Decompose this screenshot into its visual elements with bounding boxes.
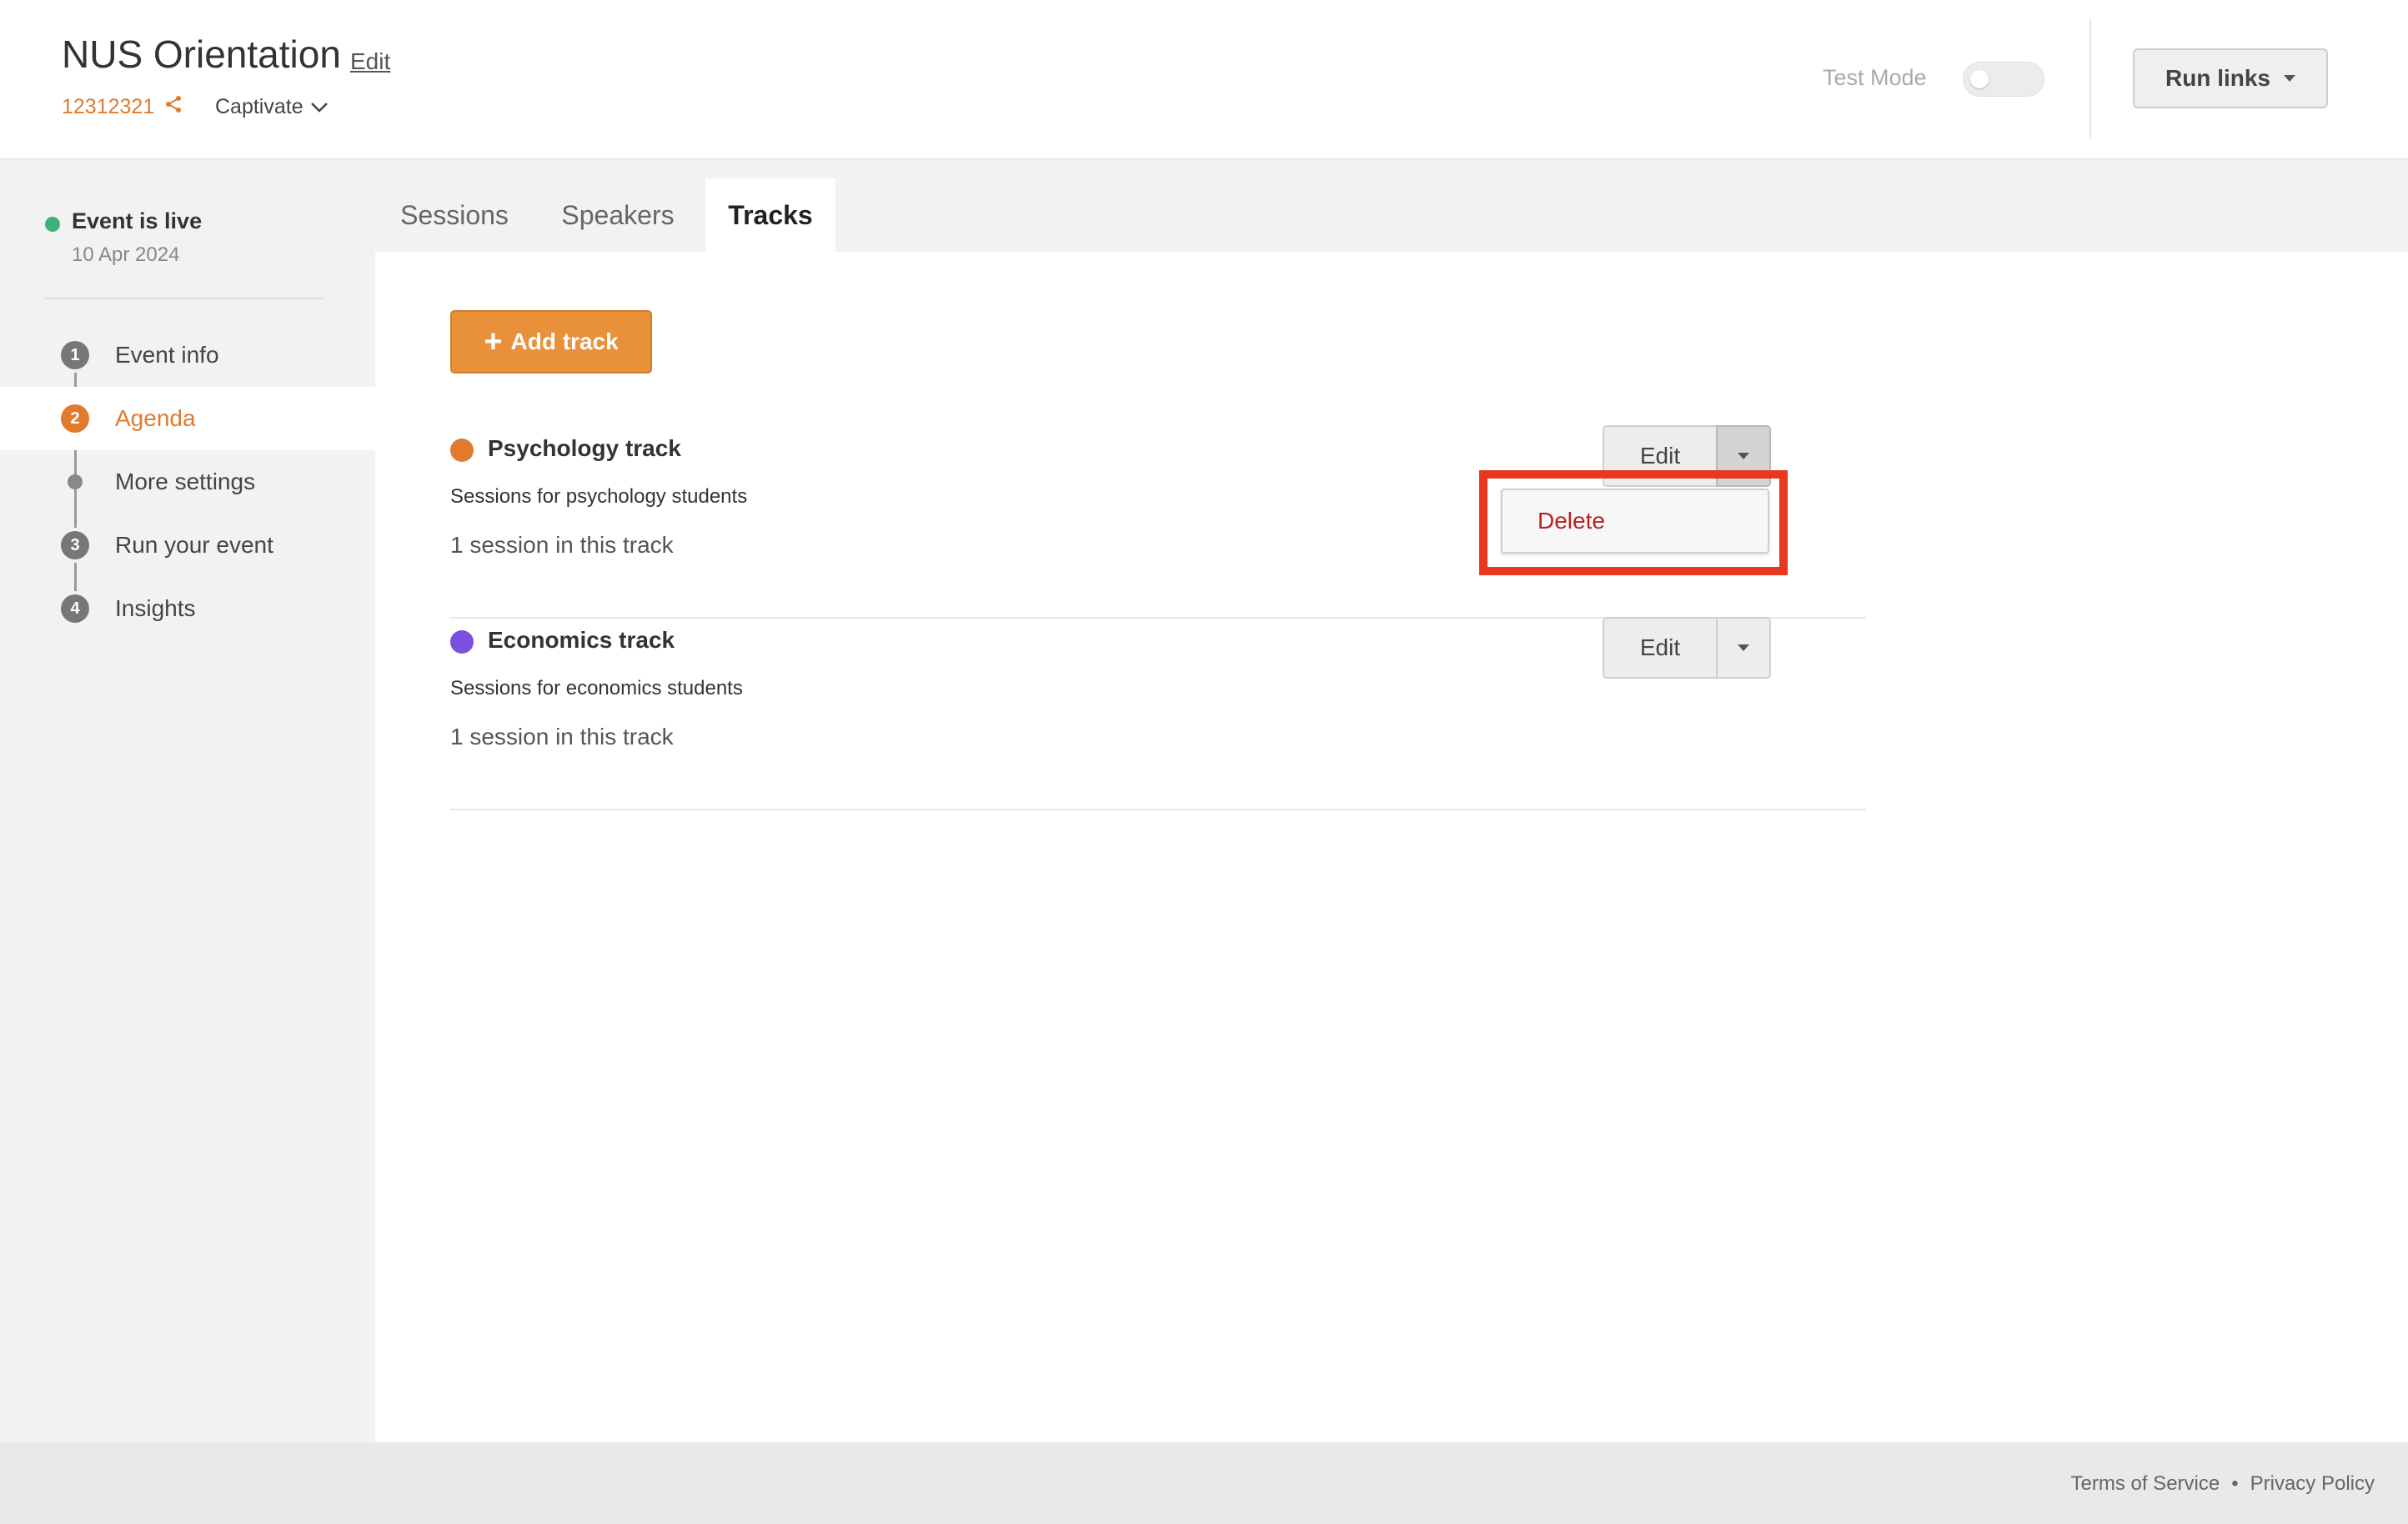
caret-down-icon [2284, 75, 2295, 82]
track-name: Psychology track [488, 435, 681, 461]
page-footer: Terms of Service • Privacy Policy [0, 1442, 2408, 1524]
step-badge: 4 [61, 594, 89, 623]
caret-down-icon [1738, 644, 1749, 651]
chevron-down-icon [310, 95, 329, 119]
track-actions: Edit [1603, 617, 1771, 679]
sub-step-dot [68, 474, 83, 489]
sidebar-item-insights[interactable]: 4 Insights [0, 577, 375, 640]
footer-links: Terms of Service • Privacy Policy [2071, 1472, 2375, 1496]
plus-icon: + [484, 324, 503, 359]
event-code[interactable]: 12312321 [62, 95, 183, 119]
event-title: NUS Orientation [62, 33, 341, 76]
track-session-count: 1 session in this track [450, 724, 674, 749]
track-color-dot [450, 630, 474, 654]
track-description: Sessions for economics students [450, 677, 743, 699]
sidebar-item-label: Run your event [115, 532, 273, 558]
sidebar-item-label: More settings [115, 469, 256, 494]
sidebar-item-label: Event info [115, 342, 219, 368]
sidebar: Event is live 10 Apr 2024 1 Event info 2… [0, 160, 375, 1442]
toggle-knob [1970, 70, 1989, 88]
sidebar-item-label: Agenda [115, 405, 196, 431]
edit-event-title-link[interactable]: Edit [350, 48, 390, 75]
sidebar-item-run-your-event[interactable]: 3 Run your event [0, 514, 375, 577]
delete-track-menu-item[interactable]: Delete [1502, 508, 1605, 534]
sidebar-item-more-settings[interactable]: More settings [0, 450, 375, 514]
tab-tracks[interactable]: Tracks [705, 178, 835, 252]
add-track-label: Add track [510, 328, 619, 354]
header-divider [2089, 18, 2091, 138]
organization-switcher[interactable]: Captivate [215, 95, 329, 119]
sidebar-divider [45, 298, 324, 299]
organization-name: Captivate [215, 95, 304, 118]
sidebar-item-event-info[interactable]: 1 Event info [0, 323, 375, 387]
edit-track-button[interactable]: Edit [1603, 617, 1716, 679]
terms-of-service-link[interactable]: Terms of Service [2071, 1472, 2220, 1496]
tab-speakers[interactable]: Speakers [545, 178, 690, 252]
caret-down-icon [1738, 453, 1749, 459]
event-status: Event is live [72, 208, 203, 233]
tracks-panel: + Add track Psychology track Sessions fo… [375, 252, 2408, 1442]
footer-separator: • [2231, 1472, 2239, 1495]
track-name: Economics track [488, 627, 675, 653]
run-links-label: Run links [2165, 65, 2270, 91]
sidebar-item-label: Insights [115, 595, 196, 621]
live-status-dot [45, 217, 60, 232]
track-description: Sessions for psychology students [450, 485, 748, 508]
share-icon[interactable] [164, 95, 183, 119]
track-actions-dropdown-toggle[interactable] [1716, 425, 1771, 487]
privacy-policy-link[interactable]: Privacy Policy [2250, 1472, 2375, 1496]
track-actions-dropdown-toggle[interactable] [1716, 617, 1771, 679]
track-actions-dropdown-menu: Delete [1501, 489, 1769, 554]
track-session-count: 1 session in this track [450, 532, 674, 558]
page-header: NUS Orientation Edit 12312321 Captivate … [0, 0, 2408, 160]
track-color-dot [450, 439, 474, 462]
step-badge: 3 [61, 531, 89, 559]
event-code-text: 12312321 [62, 95, 155, 118]
sidebar-item-agenda[interactable]: 2 Agenda [0, 387, 375, 450]
run-links-button[interactable]: Run links [2133, 48, 2328, 108]
add-track-button[interactable]: + Add track [450, 310, 652, 373]
event-date: 10 Apr 2024 [72, 243, 180, 266]
step-badge: 2 [61, 404, 89, 433]
tab-sessions[interactable]: Sessions [385, 178, 524, 252]
test-mode-toggle[interactable] [1963, 62, 2044, 97]
test-mode-label: Test Mode [1823, 65, 1927, 90]
track-row-economics: Economics track Sessions for economics s… [450, 617, 1866, 810]
step-badge: 1 [61, 341, 89, 369]
track-actions: Edit [1603, 425, 1771, 487]
edit-track-button[interactable]: Edit [1603, 425, 1716, 487]
